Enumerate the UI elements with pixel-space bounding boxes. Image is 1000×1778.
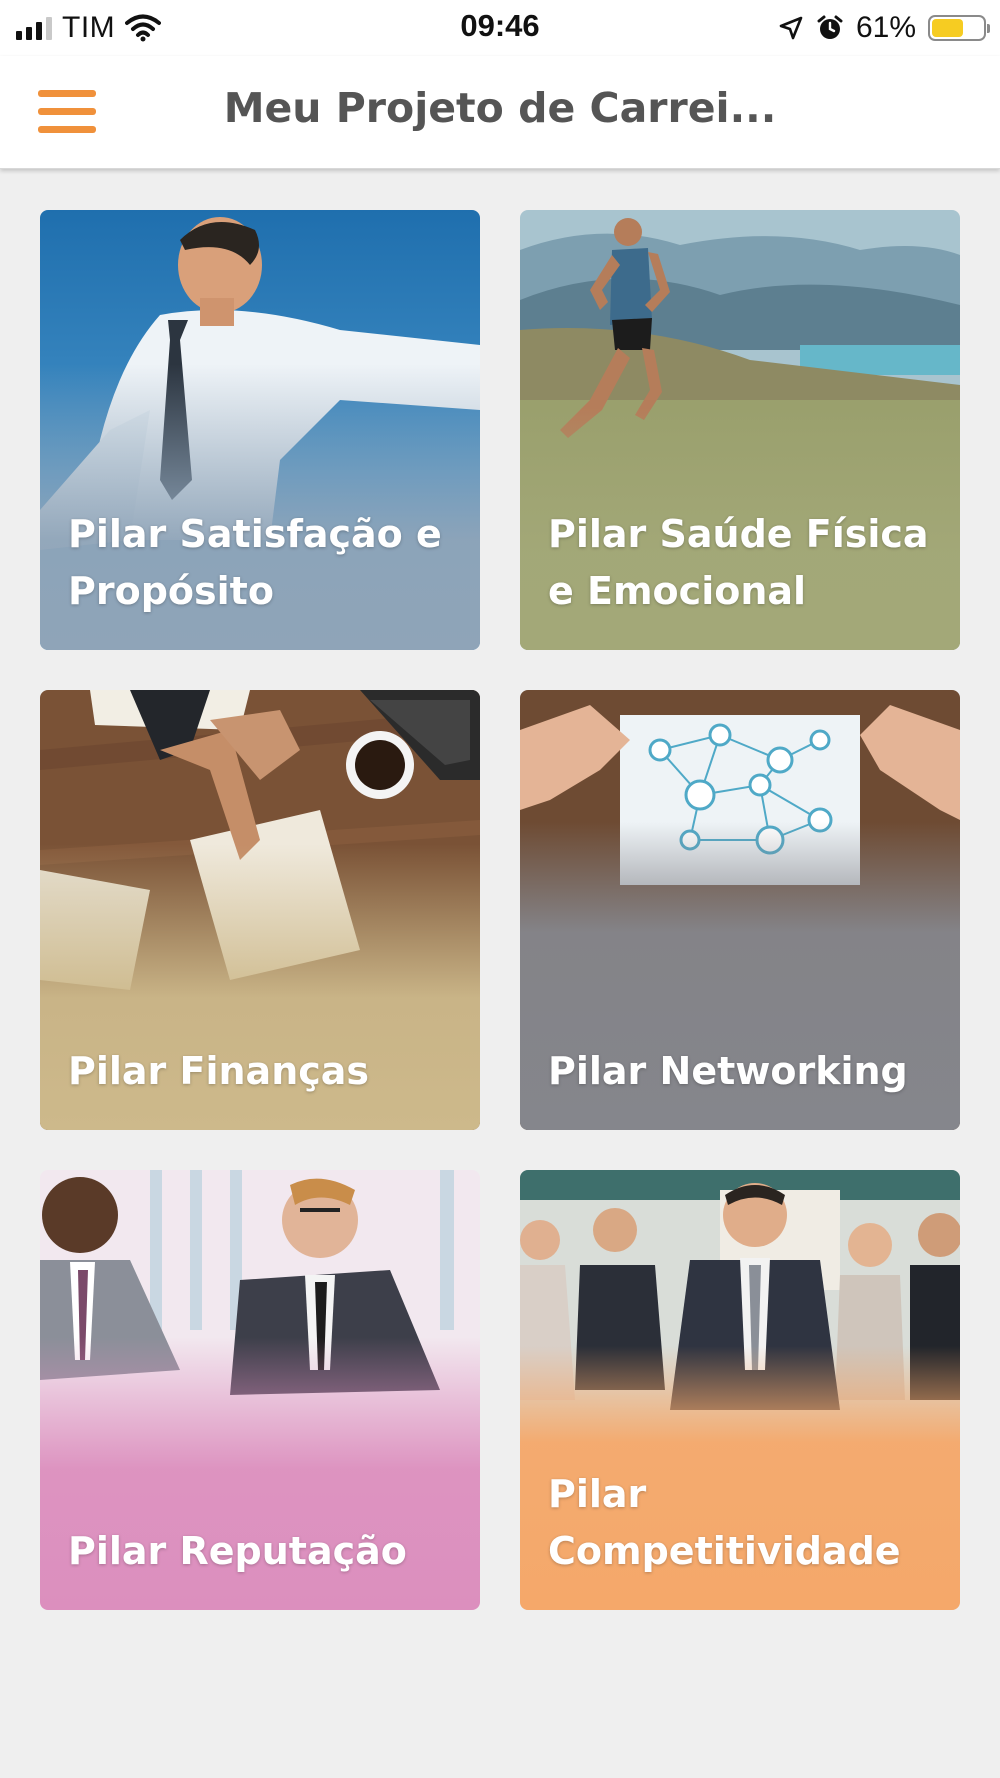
status-right: 61% bbox=[778, 8, 990, 48]
card-networking[interactable]: Pilar Networking bbox=[520, 690, 960, 1130]
hamburger-menu-icon[interactable] bbox=[38, 88, 96, 136]
alarm-icon bbox=[817, 15, 843, 39]
card-label: Pilar Satisfação e Propósito bbox=[68, 512, 442, 613]
app-header: Meu Projeto de Carrei... bbox=[0, 56, 1000, 169]
card-label: Pilar Networking bbox=[548, 1049, 908, 1093]
card-label: Pilar Saúde Física e Emocional bbox=[548, 512, 929, 613]
battery-icon bbox=[928, 15, 990, 41]
location-arrow-icon bbox=[779, 16, 803, 40]
battery-level bbox=[932, 19, 963, 37]
page-title: Meu Projeto de Carrei... bbox=[223, 84, 777, 132]
card-label: Pilar Finanças bbox=[68, 1049, 370, 1093]
card-reputacao[interactable]: Pilar Reputação bbox=[40, 1170, 480, 1610]
status-bar: TIM 09:46 61% bbox=[0, 0, 1000, 56]
card-financas[interactable]: Pilar Finanças bbox=[40, 690, 480, 1130]
card-competitividade[interactable]: Pilar Competitividade bbox=[520, 1170, 960, 1610]
card-label: Pilar Competitividade bbox=[548, 1472, 901, 1573]
card-saude-fisica-emocional[interactable]: Pilar Saúde Física e Emocional bbox=[520, 210, 960, 650]
card-label: Pilar Reputação bbox=[68, 1529, 407, 1573]
card-satisfacao-proposito[interactable]: Pilar Satisfação e Propósito bbox=[40, 210, 480, 650]
battery-percentage: 61% bbox=[855, 11, 916, 44]
